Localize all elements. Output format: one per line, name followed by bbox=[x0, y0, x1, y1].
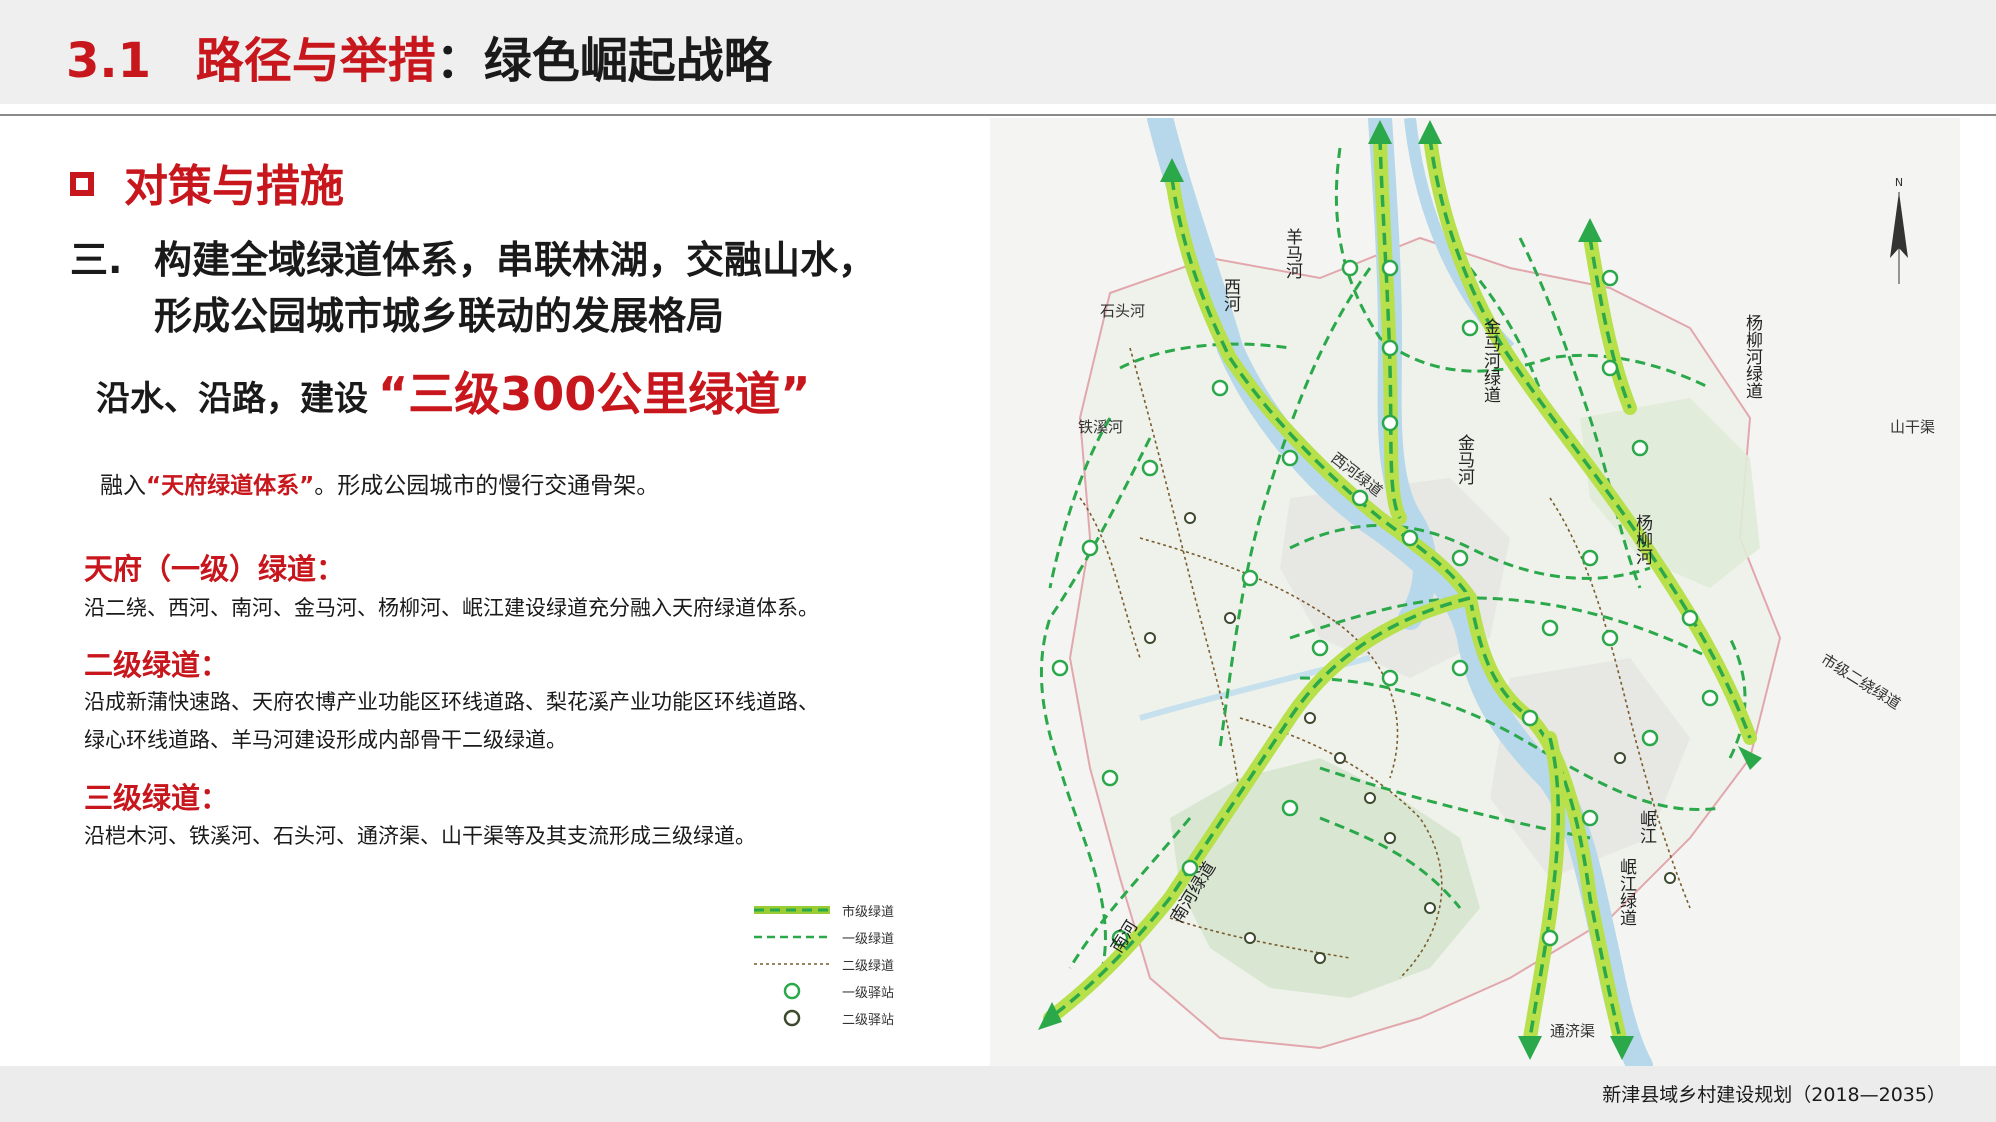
city-greenway-line-icon bbox=[754, 906, 830, 914]
label-tiexihe: 铁溪河 bbox=[1078, 418, 1123, 436]
legend-item-city: 市级绿道 bbox=[752, 898, 922, 922]
greenway-map: 石头河 铁溪河 山干渠 通济渠 羊马河 西河 西河绿道 金马河绿道 金马河 杨柳… bbox=[990, 118, 1960, 1066]
level2-station-circle-icon bbox=[783, 1009, 801, 1027]
key-point: 三. 构建全域绿道体系，串联林湖，交融山水， 形成公园城市城乡联动的发展格局 bbox=[70, 232, 970, 344]
label-minjiang: 岷江 bbox=[1636, 810, 1657, 844]
title-red-part: 路径与举措 bbox=[195, 33, 436, 89]
point-number: 三. bbox=[70, 238, 123, 282]
square-bullet-icon bbox=[70, 172, 94, 196]
point-line-2: 形成公园城市城乡联动的发展格局 bbox=[154, 294, 725, 338]
intro-suffix: 。形成公园城市的慢行交通骨架。 bbox=[314, 473, 660, 499]
legend-label: 二级绿道 bbox=[842, 958, 895, 974]
tagline-lead: 沿水、沿路，建设 bbox=[96, 379, 368, 419]
title-colon: ： bbox=[435, 33, 484, 89]
label-yangmahe: 羊马河 bbox=[1282, 228, 1303, 279]
level-3-line: 沿桤木河、铁溪河、石头河、通济渠、山干渠等及其支流形成三级绿道。 bbox=[84, 824, 756, 848]
legend-item-level1: 一级绿道 bbox=[752, 925, 922, 949]
level-1-title: 天府（一级）绿道： bbox=[84, 552, 346, 586]
legend-label: 市级绿道 bbox=[842, 904, 895, 920]
legend-label: 一级驿站 bbox=[842, 985, 895, 1001]
level-2-title: 二级绿道： bbox=[84, 648, 230, 682]
point-line-1: 构建全域绿道体系，串联林湖，交融山水， bbox=[154, 238, 877, 282]
section-number: 3.1 bbox=[66, 33, 152, 89]
legend-item-station1: 一级驿站 bbox=[752, 979, 922, 1003]
map-legend: 市级绿道 一级绿道 二级绿道 一级驿站 二级驿站 bbox=[752, 898, 922, 1028]
level-1-line: 沿二绕、西河、南河、金马河、杨柳河、岷江建设绿道充分融入天府绿道体系。 bbox=[84, 596, 819, 620]
legend-label: 二级驿站 bbox=[842, 1012, 895, 1028]
legend-item-level2: 二级绿道 bbox=[752, 952, 922, 976]
label-tongjiqu: 通济渠 bbox=[1550, 1022, 1595, 1040]
intro-highlight: “天府绿道体系” bbox=[146, 473, 315, 499]
label-yangliuhe: 杨柳河 bbox=[1632, 514, 1653, 565]
level1-station-circle-icon bbox=[783, 982, 801, 1000]
level-3-title: 三级绿道： bbox=[84, 781, 230, 815]
legend-label: 一级绿道 bbox=[842, 931, 895, 947]
level-1-desc: 沿二绕、西河、南河、金马河、杨柳河、岷江建设绿道充分融入天府绿道体系。 bbox=[84, 589, 819, 627]
label-shitouhe: 石头河 bbox=[1100, 302, 1145, 320]
intro-text: 融入“天府绿道体系”。形成公园城市的慢行交通骨架。 bbox=[100, 466, 659, 500]
tagline: 沿水、沿路，建设 “三级300公里绿道” bbox=[96, 358, 811, 428]
header-divider bbox=[0, 114, 1996, 116]
section-title: 对策与措施 bbox=[124, 161, 344, 212]
label-minjiang-greenway: 岷江绿道 bbox=[1616, 858, 1637, 926]
footer-text: 新津县域乡村建设规划（2018—2035） bbox=[1602, 1084, 1946, 1106]
tagline-highlight: “三级300公里绿道” bbox=[378, 367, 811, 421]
intro-prefix: 融入 bbox=[100, 473, 146, 499]
label-yangliuhe-greenway: 杨柳河绿道 bbox=[1742, 314, 1763, 399]
label-jinmahe-greenway: 金马河绿道 bbox=[1480, 318, 1501, 403]
legend-item-station2: 二级驿站 bbox=[752, 1006, 922, 1030]
level-2-line-1: 沿成新蒲快速路、天府农博产业功能区环线道路、梨花溪产业功能区环线道路、 bbox=[84, 690, 819, 714]
title-dark-part: 绿色崛起战略 bbox=[483, 33, 772, 89]
label-jinmahe: 金马河 bbox=[1454, 434, 1475, 485]
level-2-line-2: 绿心环线道路、羊马河建设形成内部骨干二级绿道。 bbox=[84, 728, 567, 752]
greenway-map-svg: 石头河 铁溪河 山干渠 通济渠 羊马河 西河 西河绿道 金马河绿道 金马河 杨柳… bbox=[990, 118, 1960, 1066]
north-letter: N bbox=[1895, 176, 1903, 189]
level1-greenway-line-icon bbox=[754, 935, 830, 939]
level-3-desc: 沿桤木河、铁溪河、石头河、通济渠、山干渠等及其支流形成三级绿道。 bbox=[84, 817, 756, 855]
level2-greenway-line-icon bbox=[754, 963, 830, 965]
level-2-desc: 沿成新蒲快速路、天府农博产业功能区环线道路、梨花溪产业功能区环线道路、 绿心环线… bbox=[84, 683, 819, 759]
section-heading: 对策与措施 bbox=[70, 152, 344, 212]
label-shanganqu: 山干渠 bbox=[1890, 418, 1935, 436]
label-xihe: 西河 bbox=[1220, 278, 1241, 312]
page-title: 3.1 路径与举措：绿色崛起战略 bbox=[66, 26, 772, 96]
